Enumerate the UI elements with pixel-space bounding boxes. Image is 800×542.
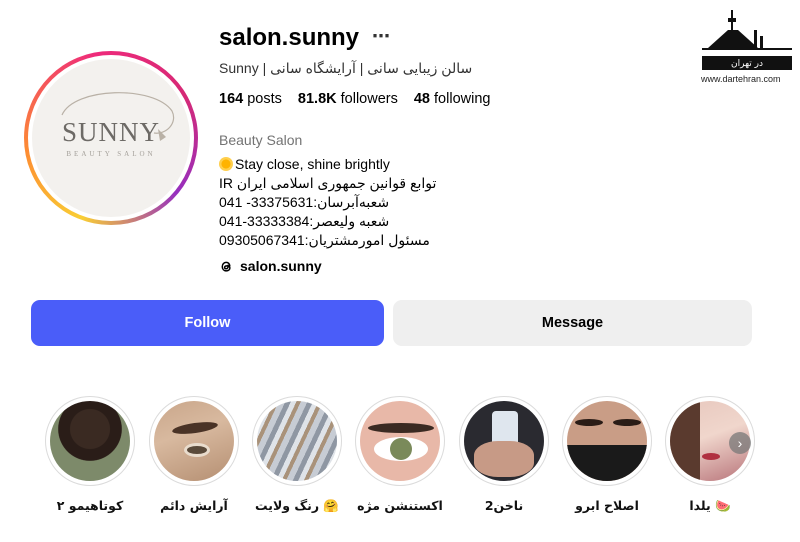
avatar-logo-word: SUNNY [61,116,160,147]
threads-handle: salon.sunny [240,258,322,274]
following-label: following [434,91,491,107]
highlight-item[interactable]: اکستنشن مژه [355,396,445,513]
following-count: 48 [413,91,430,107]
bio-line-4: شعبه ولیعصر:33333384-041 [219,213,390,229]
highlight-label: اکستنشن مژه [357,498,443,513]
threads-icon [221,261,231,272]
highlight-item[interactable]: رنگ ولایت 🤗 [252,396,342,514]
highlight-label: یلدا 🍉 [689,498,731,513]
posts-label: posts [247,91,282,107]
hair-color-photo-icon [257,401,337,481]
highlight-label: آرایش دائم [160,498,228,513]
posts-stat[interactable]: 164 posts [219,91,282,107]
highlight-item[interactable]: ناخن2 [459,396,549,513]
profile-category: Beauty Salon [219,132,303,148]
more-options-icon[interactable]: ⋯ [372,26,391,47]
bio-line-1: Stay close, shine brightly [235,156,390,172]
avatar-logo-sub: BEAUTY SALON [66,149,156,158]
followers-stat[interactable]: 81.8K followers [298,91,398,107]
profile-stats: 164 posts 81.8K followers 48 following [219,91,490,107]
brow-shaping-photo-icon [567,401,647,481]
profile-full-name: Sunny | سالن زیبایی سانی | آرایشگاه سانی [219,60,473,76]
posts-count: 164 [219,91,244,107]
next-highlights-arrow-icon[interactable]: › [729,432,751,454]
highlight-item[interactable]: کوتاهیمو ۲ [45,396,135,513]
watermark-url: www.dartehran.com [701,74,781,84]
threads-link[interactable]: salon.sunny [219,258,322,274]
highlight-label: کوتاهیمو ۲ [56,498,124,513]
bio-line-3: شعبه‌آبرسان:33375631- 041 [219,194,390,210]
followers-label: followers [340,91,398,107]
message-button[interactable]: Message [393,300,752,346]
sun-emoji-icon [219,157,233,171]
eyelash-photo-icon [360,401,440,481]
highlight-item[interactable]: اصلاح ابرو [562,396,652,513]
haircut-photo-icon [50,401,130,481]
bio-line-5: مسئول امورمشتریان:09305067341 [219,232,430,248]
followers-count: 81.8K [297,91,337,107]
highlight-label: اصلاح ابرو [575,498,639,513]
following-stat[interactable]: 48 following [414,91,491,107]
watermark-brand: در تهران [731,59,763,69]
eyebrow-photo-icon [154,401,234,481]
highlight-label: ناخن2 [484,498,524,513]
highlight-label: رنگ ولایت 🤗 [255,498,339,513]
highlight-item[interactable]: آرایش دائم [149,396,239,513]
bio-line-2: IR توابع قوانین جمهوری اسلامی ایران [219,175,437,191]
profile-username: salon.sunny [219,24,360,51]
profile-avatar[interactable]: SUNNY BEAUTY SALON [24,51,198,225]
follow-button[interactable]: Follow [31,300,384,346]
nails-photo-icon [464,401,544,481]
highlight-item[interactable]: › یلدا 🍉 [665,396,755,514]
profile-bio: Stay close, shine brightly IR توابع قوان… [219,155,436,250]
